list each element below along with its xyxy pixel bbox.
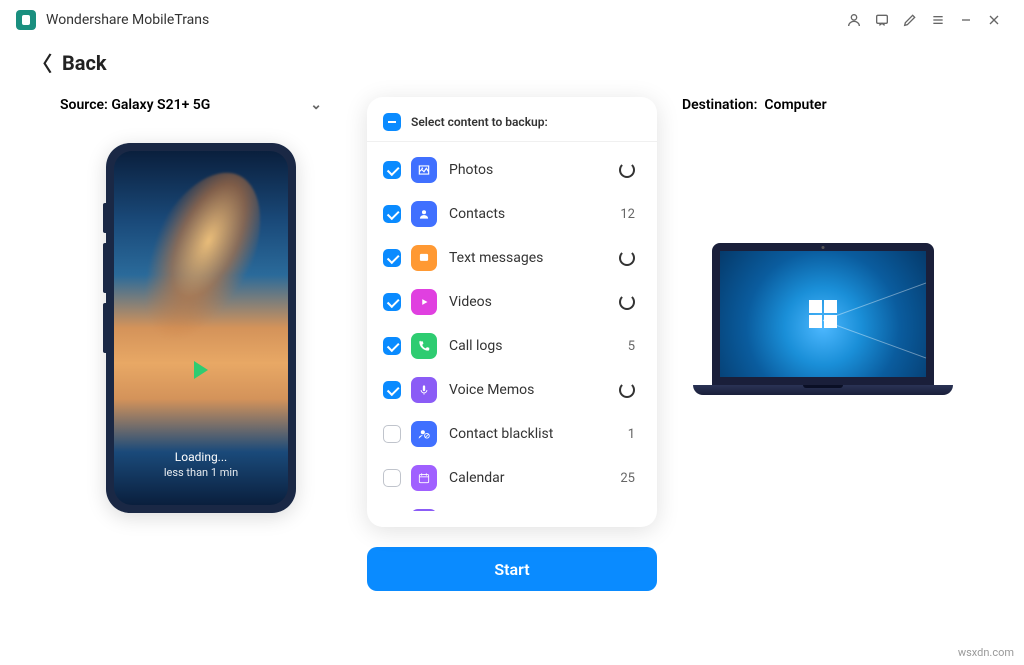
- windows-logo-icon: [809, 300, 837, 328]
- item-checkbox[interactable]: [383, 425, 401, 443]
- content-item-calendar: Calendar25: [367, 456, 657, 500]
- apps-icon: [411, 509, 437, 511]
- content-card: Select content to backup: Photos Contacts…: [367, 97, 657, 527]
- minimize-button[interactable]: [952, 6, 980, 34]
- item-label: Voice Memos: [449, 382, 619, 398]
- app-logo: [16, 10, 36, 30]
- chevron-left-icon: 〈: [32, 48, 52, 77]
- item-label: Text messages: [449, 250, 619, 266]
- content-item-videos: Videos: [367, 280, 657, 324]
- item-count: 12: [620, 207, 635, 222]
- source-device: Galaxy S21+ 5G: [111, 97, 210, 113]
- calllogs-icon: [411, 333, 437, 359]
- feedback-icon[interactable]: [868, 6, 896, 34]
- destination-column: Destination: Computer: [662, 97, 984, 395]
- content-item-contacts: Contacts12: [367, 192, 657, 236]
- content-item-photos: Photos: [367, 148, 657, 192]
- item-checkbox[interactable]: [383, 249, 401, 267]
- content-item-blacklist: Contact blacklist1: [367, 412, 657, 456]
- videos-icon: [411, 289, 437, 315]
- back-button[interactable]: 〈 Back: [0, 40, 1024, 97]
- item-label: Contacts: [449, 206, 620, 222]
- contacts-icon: [411, 201, 437, 227]
- chevron-down-icon: ⌄: [310, 97, 322, 113]
- item-label: Photos: [449, 162, 619, 178]
- destination-label: Destination:: [682, 97, 757, 113]
- user-icon[interactable]: [840, 6, 868, 34]
- menu-icon[interactable]: [924, 6, 952, 34]
- item-label: Videos: [449, 294, 619, 310]
- content-item-voice: Voice Memos: [367, 368, 657, 412]
- loading-spinner-icon: [619, 250, 635, 266]
- photos-icon: [411, 157, 437, 183]
- loading-spinner-icon: [619, 382, 635, 398]
- item-label: Contact blacklist: [449, 426, 628, 442]
- content-column: Select content to backup: Photos Contacts…: [362, 97, 662, 591]
- source-column: Source: Galaxy S21+ 5G ⌄ Loading... less…: [40, 97, 362, 513]
- item-count: 5: [628, 339, 635, 354]
- calendar-icon: [411, 465, 437, 491]
- titlebar: Wondershare MobileTrans: [0, 0, 1024, 40]
- destination-device-image: [693, 243, 953, 395]
- app-title: Wondershare MobileTrans: [46, 12, 209, 28]
- content-item-apps: Apps: [367, 500, 657, 511]
- close-button[interactable]: [980, 6, 1008, 34]
- text-icon: [411, 245, 437, 271]
- start-button[interactable]: Start: [367, 547, 657, 591]
- blacklist-icon: [411, 421, 437, 447]
- edit-icon[interactable]: [896, 6, 924, 34]
- item-checkbox[interactable]: [383, 337, 401, 355]
- source-selector[interactable]: Source: Galaxy S21+ 5G ⌄: [40, 97, 362, 143]
- watermark: wsxdn.com: [958, 646, 1014, 659]
- select-all-checkbox[interactable]: [383, 113, 401, 131]
- loading-spinner-icon: [619, 162, 635, 178]
- loading-status: Loading... less than 1 min: [114, 450, 288, 479]
- destination-header: Destination: Computer: [662, 97, 984, 143]
- destination-device: Computer: [764, 97, 826, 113]
- content-list[interactable]: Photos Contacts12 Text messages Videos Call …: [367, 142, 657, 511]
- item-checkbox[interactable]: [383, 469, 401, 487]
- item-label: Call logs: [449, 338, 628, 354]
- card-header: Select content to backup:: [411, 115, 548, 129]
- source-device-image: Loading... less than 1 min: [106, 143, 296, 513]
- back-label: Back: [62, 51, 107, 75]
- content-item-calllogs: Call logs5: [367, 324, 657, 368]
- item-count: 1: [628, 427, 635, 442]
- loading-spinner-icon: [619, 294, 635, 310]
- play-icon: [194, 361, 208, 379]
- content-item-text: Text messages: [367, 236, 657, 280]
- item-checkbox[interactable]: [383, 205, 401, 223]
- item-checkbox[interactable]: [383, 161, 401, 179]
- item-label: Calendar: [449, 470, 620, 486]
- source-label: Source:: [60, 97, 108, 113]
- voice-icon: [411, 377, 437, 403]
- item-checkbox[interactable]: [383, 381, 401, 399]
- item-checkbox[interactable]: [383, 293, 401, 311]
- item-count: 25: [620, 471, 635, 486]
